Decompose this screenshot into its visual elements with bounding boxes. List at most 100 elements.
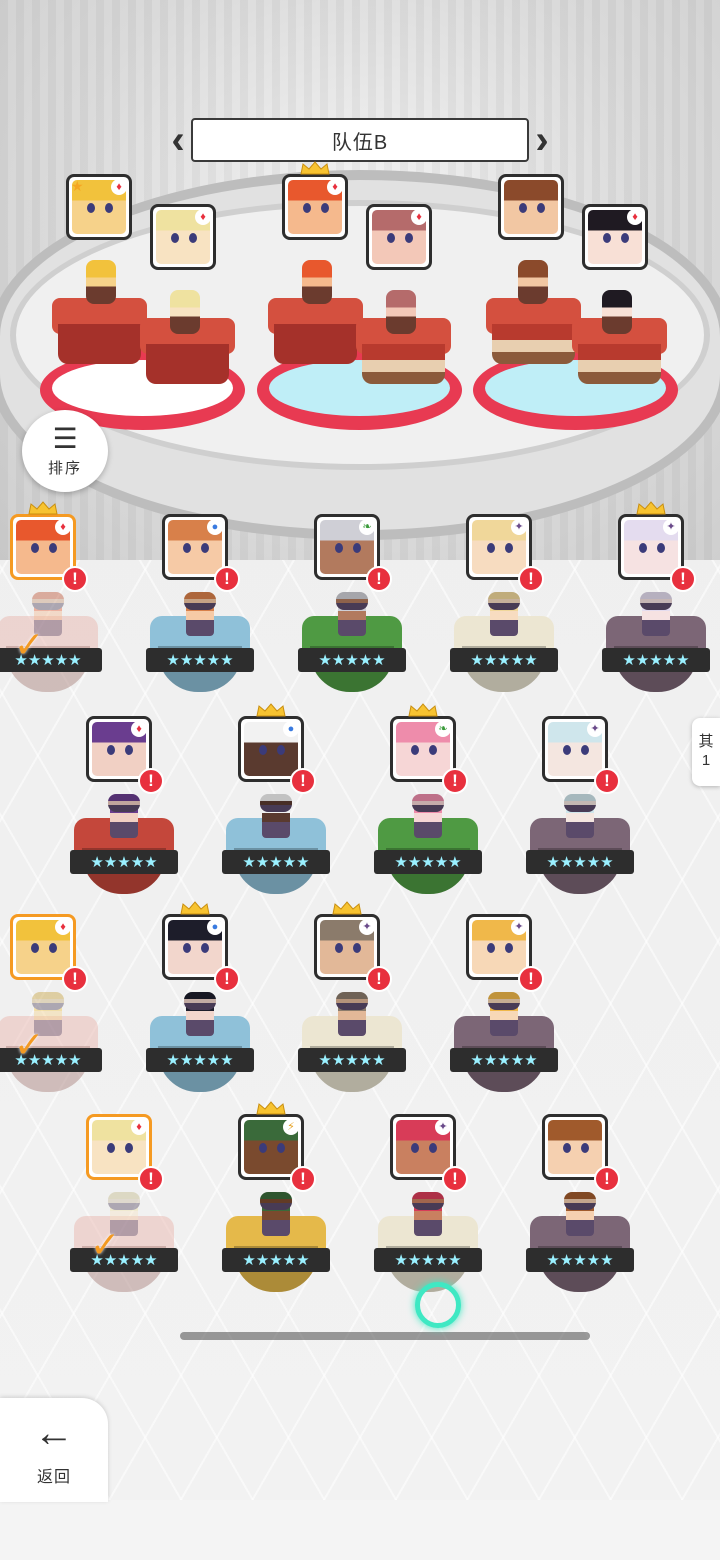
horizontal-scrollbar[interactable] [180, 1332, 590, 1340]
star-rating: ★★★★★ [374, 850, 482, 874]
portrait-eye [277, 1143, 285, 1153]
element-icon: ● [207, 519, 223, 535]
portrait-eye [505, 943, 513, 953]
element-icon: ✦ [511, 919, 527, 935]
chevron-right-icon[interactable]: › [529, 118, 555, 162]
portrait-eye [387, 233, 395, 243]
bottom-bar [0, 1500, 720, 1560]
element-icon: ♦ [195, 209, 211, 225]
star-rating: ★★★★★ [602, 648, 710, 672]
portrait-eye [411, 1143, 419, 1153]
star-rating: ★★★★★ [450, 648, 558, 672]
element-icon: ♦ [55, 919, 71, 935]
team-slot-portrait[interactable]: ♦ [282, 174, 348, 240]
hero-stand[interactable]: ★★★★★ [526, 796, 634, 901]
hero-chibi [186, 594, 214, 636]
star-rating: ★★★★★ [70, 1248, 178, 1272]
portrait-eye [335, 543, 343, 553]
hero-stand[interactable]: ★★★★★ [222, 1194, 330, 1299]
hero-stand[interactable]: ★★★★★ [450, 594, 558, 699]
hero-chibi [338, 994, 366, 1036]
crown-icon [27, 501, 59, 515]
element-icon: ♦ [411, 209, 427, 225]
portrait-eye [505, 543, 513, 553]
back-button[interactable]: ← 返回 [0, 1398, 108, 1502]
sort-button[interactable]: ☰ 排序 [22, 410, 108, 492]
star-rating: ★★★★★ [146, 648, 254, 672]
hero-chibi [566, 796, 594, 838]
portrait-eye [201, 943, 209, 953]
hero-chibi [262, 1194, 290, 1236]
portrait-eye [277, 745, 285, 755]
hero-stand[interactable]: ★★★★★ [374, 796, 482, 901]
portrait-eye [303, 203, 311, 213]
portrait-eye [519, 203, 527, 213]
portrait-eye [603, 233, 611, 243]
side-tab-line2: 1 [701, 752, 711, 769]
portrait-eye [353, 543, 361, 553]
portrait-eye [125, 745, 133, 755]
alert-badge: ! [442, 768, 468, 794]
hero-stand[interactable]: ★★★★★ ✓ [70, 1194, 178, 1299]
portrait-eye [621, 233, 629, 243]
hero-chibi [490, 594, 518, 636]
team-slot-portrait[interactable]: ♦ [582, 204, 648, 270]
hero-stand[interactable]: ★★★★★ [70, 796, 178, 901]
star-icon: ★ [71, 178, 84, 194]
alert-badge: ! [62, 566, 88, 592]
team-slot-portrait[interactable]: ♦ [150, 204, 216, 270]
hero-stand[interactable]: ★★★★★ [526, 1194, 634, 1299]
element-icon: ❧ [359, 519, 375, 535]
hero-chibi [414, 796, 442, 838]
sort-label: 排序 [47, 459, 82, 477]
portrait-eye [321, 203, 329, 213]
portrait-eye [259, 745, 267, 755]
check-icon: ✓ [14, 624, 45, 665]
portrait-eye [87, 203, 95, 213]
team-slot-portrait[interactable]: ♦ ★ [66, 174, 132, 240]
portrait-eye [49, 543, 57, 553]
hero-chibi [186, 994, 214, 1036]
star-rating: ★★★★★ [298, 648, 406, 672]
hero-stand[interactable]: ★★★★★ [602, 594, 710, 699]
team-slot-portrait[interactable] [498, 174, 564, 240]
element-icon: ❧ [435, 721, 451, 737]
hero-stand[interactable]: ★★★★★ [146, 994, 254, 1099]
team-pedestal [268, 298, 363, 368]
portrait-eye [183, 943, 191, 953]
portrait-eye [107, 745, 115, 755]
alert-badge: ! [442, 1166, 468, 1192]
element-icon: ♦ [131, 1119, 147, 1135]
team-slot-portrait[interactable]: ♦ [366, 204, 432, 270]
portrait-face [548, 1120, 602, 1174]
portrait-eye [563, 745, 571, 755]
element-icon: ♦ [131, 721, 147, 737]
hero-stand[interactable]: ★★★★★ ✓ [0, 594, 102, 699]
team-pedestal [486, 298, 581, 368]
hero-stand[interactable]: ★★★★★ ✓ [0, 994, 102, 1099]
alert-badge: ! [366, 566, 392, 592]
portrait-eye [171, 233, 179, 243]
touch-indicator [415, 1282, 461, 1328]
element-icon: ♦ [55, 519, 71, 535]
chevron-left-icon[interactable]: ‹ [165, 118, 191, 162]
portrait-eye [31, 943, 39, 953]
hero-stand[interactable]: ★★★★★ [450, 994, 558, 1099]
check-icon: ✓ [14, 1024, 45, 1065]
hero-stand[interactable]: ★★★★★ [146, 594, 254, 699]
element-icon: ♦ [111, 179, 127, 195]
back-label: 返回 [36, 1469, 71, 1486]
element-icon: ✦ [435, 1119, 451, 1135]
team-pedestal [52, 298, 147, 368]
crown-icon [255, 1101, 287, 1115]
side-tab[interactable]: 其 1 [692, 718, 720, 786]
team-chibi [86, 260, 116, 304]
hero-chibi [110, 796, 138, 838]
hero-stand[interactable]: ★★★★★ [222, 796, 330, 901]
crown-icon [179, 901, 211, 915]
star-rating: ★★★★★ [450, 1048, 558, 1072]
hero-stand[interactable]: ★★★★★ [298, 994, 406, 1099]
alert-badge: ! [518, 966, 544, 992]
hero-stand[interactable]: ★★★★★ [298, 594, 406, 699]
team-chibi [602, 290, 632, 334]
